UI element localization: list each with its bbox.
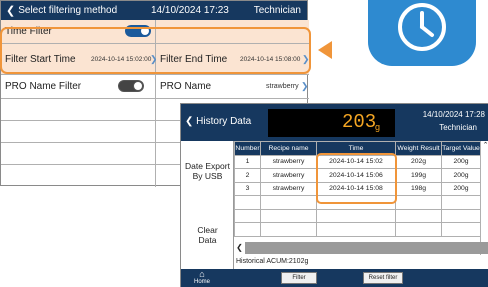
pro-name-filter-cell: PRO Name Filter — [1, 75, 156, 98]
history-title: History Data — [196, 116, 252, 127]
historical-accumulation: Historical ACUM:2102g — [236, 258, 309, 265]
weight-display: 203 g — [268, 109, 395, 137]
weight-value: 203 — [342, 111, 377, 133]
clock-badge — [368, 0, 476, 66]
history-bottom-bar: ⌂ Home Filter Reset filter — [181, 269, 488, 287]
pro-name-row: PRO Name Filter PRO Name strawberry ❯ — [1, 75, 309, 99]
column-header[interactable]: Weight Result — [395, 141, 442, 156]
row-weight: 199g — [395, 168, 442, 183]
horizontal-scrollbar[interactable]: ❮ ❯ — [234, 242, 488, 254]
row-number: 3 — [234, 181, 261, 196]
history-header: ❮ History Data 203 g 14/10/2024 17:28 Te… — [181, 104, 488, 141]
row-target: 200g — [441, 168, 481, 183]
row-recipe: strawberry — [260, 181, 317, 196]
scroll-up-icon[interactable]: ⌃ — [483, 142, 488, 149]
vertical-scrollbar[interactable]: ⌃ — [480, 141, 488, 255]
time-range-highlight — [0, 27, 311, 74]
history-back-button[interactable]: ❮ History Data — [185, 116, 251, 127]
row-recipe: strawberry — [260, 154, 317, 169]
history-user-role: Technician — [439, 123, 477, 132]
row-target: 200g — [441, 181, 481, 196]
pro-name-label: PRO Name — [160, 81, 212, 92]
row-number: 1 — [234, 154, 261, 169]
row-weight: 198g — [395, 181, 442, 196]
row-number: 2 — [234, 168, 261, 183]
back-button-label[interactable]: Select filtering method — [18, 5, 117, 16]
filter-button[interactable]: Filter — [281, 272, 317, 284]
home-label: Home — [193, 279, 210, 285]
time-column-highlight — [316, 153, 397, 204]
filter-top-bar: ❮ Select filtering method 14/10/2024 17:… — [1, 1, 307, 20]
header-datetime: 14/10/2024 17:23 — [151, 5, 229, 16]
chevron-left-icon[interactable]: ❮ — [6, 4, 15, 17]
history-datetime: 14/10/2024 17:28 — [422, 110, 485, 119]
history-data-panel: ❮ History Data 203 g 14/10/2024 17:28 Te… — [180, 103, 488, 287]
table-row-empty — [234, 222, 481, 237]
pro-name-value: strawberry — [266, 83, 299, 90]
pro-name-filter-toggle[interactable] — [118, 80, 144, 92]
scroll-left-icon[interactable]: ❮ — [234, 242, 245, 254]
home-button[interactable]: ⌂ Home — [189, 269, 215, 286]
row-weight: 202g — [395, 154, 442, 169]
column-header[interactable]: Target Value — [441, 141, 481, 156]
column-header[interactable]: Number — [234, 141, 261, 156]
history-sidebar: Date Export By USB Clear Data — [181, 141, 234, 269]
clear-data-button[interactable]: Clear Data — [181, 225, 234, 245]
column-header[interactable]: Recipe name — [260, 141, 317, 156]
table-row-empty — [234, 208, 481, 223]
reset-filter-button[interactable]: Reset filter — [363, 272, 403, 284]
chevron-right-icon[interactable]: ❯ — [301, 81, 309, 92]
weight-unit: g — [375, 122, 381, 132]
row-recipe: strawberry — [260, 168, 317, 183]
arrow-left-icon — [318, 41, 332, 59]
header-user-role: Technician — [253, 5, 301, 16]
home-icon: ⌂ — [199, 269, 205, 279]
pro-name-filter-label: PRO Name Filter — [5, 81, 82, 92]
pro-name-field[interactable]: PRO Name strawberry ❯ — [156, 75, 309, 98]
clock-icon — [398, 3, 446, 51]
row-target: 200g — [441, 154, 481, 169]
date-export-usb-button[interactable]: Date Export By USB — [181, 161, 234, 181]
